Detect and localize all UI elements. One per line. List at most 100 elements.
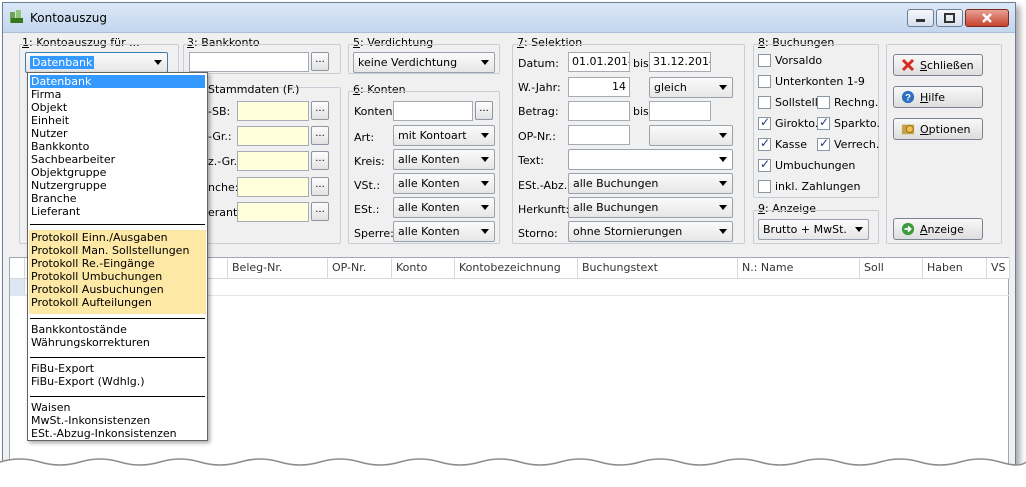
art-value: mit Kontoart (398, 129, 467, 142)
kontoauszug-fuer-select[interactable]: Datenbank (25, 52, 168, 73)
umbuchungen-checkbox[interactable] (758, 157, 771, 172)
hilfe-button[interactable]: ? Hilfe (893, 86, 983, 108)
stammdaten-zgr-browse[interactable]: ... (311, 151, 329, 170)
grid-header-op-nr[interactable]: OP-Nr. (328, 258, 392, 279)
opnr-operator-select[interactable] (649, 125, 733, 146)
list-item[interactable]: Branche (30, 192, 205, 205)
vst-select[interactable]: alle Konten (393, 173, 495, 194)
grid-header-haben[interactable]: Haben (923, 258, 987, 279)
list-item[interactable]: FiBu-Export (Wdhlg.) (30, 375, 205, 388)
konten-browse-button[interactable]: ... (475, 101, 493, 120)
vorsaldo-checkbox[interactable] (758, 54, 771, 67)
sparkto-label: Sparkto. (834, 117, 880, 130)
grid-header-kontobezeichnung[interactable]: Kontobezeichnung (455, 258, 578, 279)
close-button[interactable] (965, 9, 1009, 27)
storno-value: ohne Stornierungen (573, 225, 683, 238)
list-item[interactable]: Lieferant (30, 205, 205, 218)
optionen-button[interactable]: Optionen (893, 118, 983, 140)
herkunft-select[interactable]: alle Buchungen (568, 197, 733, 218)
girokto-checkbox[interactable] (758, 115, 771, 130)
grid-header-konto[interactable]: Konto (392, 258, 455, 279)
sollstell-checkbox[interactable] (758, 96, 771, 109)
opnr-field[interactable] (568, 125, 630, 145)
betrag-from-field[interactable] (568, 101, 630, 121)
list-item[interactable]: Datenbank (30, 75, 205, 88)
stammdaten-branche-browse[interactable]: ... (311, 177, 329, 196)
row-selector[interactable] (10, 279, 25, 295)
stammdaten-sb-field[interactable] (237, 101, 309, 121)
rechng-checkbox[interactable] (817, 96, 830, 109)
wjahr-field[interactable]: 14 (568, 77, 630, 97)
title-bar[interactable]: Kontoauszug (3, 3, 1015, 33)
grid-header-corner (10, 258, 25, 279)
minimize-button[interactable] (907, 9, 934, 27)
kreis-select[interactable]: alle Konten (393, 149, 495, 170)
datum-to-field[interactable]: 31.12.2014 (649, 52, 711, 72)
grid-header-vs[interactable]: VS (987, 258, 1010, 279)
text-combo[interactable] (568, 149, 733, 170)
bankkonto-field[interactable] (189, 52, 309, 72)
list-item[interactable]: Bankkonto (30, 140, 205, 153)
stammdaten-gr-field[interactable] (237, 126, 309, 146)
list-item[interactable]: MwSt.-Inkonsistenzen (30, 414, 205, 427)
vorsaldo-label: Vorsaldo (775, 54, 823, 67)
grid-header-beleg-nr[interactable]: Beleg-Nr. (228, 258, 328, 279)
list-item[interactable]: Protokoll Umbuchungen (30, 270, 205, 283)
grid-header-buchungstext[interactable]: Buchungstext (578, 258, 738, 279)
list-item[interactable]: Einheit (30, 114, 205, 127)
konten-field[interactable] (393, 101, 473, 121)
list-item[interactable]: ESt.-Abzug-Inkonsistenzen (30, 427, 205, 440)
est-select[interactable]: alle Konten (393, 197, 495, 218)
stammdaten-lieferant-browse[interactable]: ... (311, 202, 329, 221)
stammdaten-lieferant-field[interactable] (237, 202, 309, 222)
list-item[interactable]: Objekt (30, 101, 205, 114)
schliessen-button[interactable]: Schließen (893, 54, 983, 76)
stammdaten-label-sb: -SB: (208, 105, 231, 118)
art-select[interactable]: mit Kontoart (393, 125, 495, 146)
verdichtung-select[interactable]: keine Verdichtung (353, 52, 495, 73)
stammdaten-gr-browse[interactable]: ... (311, 126, 329, 145)
anzeige-mode-select[interactable]: Brutto + MwSt. (758, 219, 869, 240)
stammdaten-sb-browse[interactable]: ... (311, 101, 329, 120)
art-label: Art: (354, 131, 375, 144)
kasse-checkbox[interactable] (758, 136, 771, 151)
storno-select[interactable]: ohne Stornierungen (568, 221, 733, 242)
wjahr-operator-select[interactable]: gleich (649, 77, 733, 98)
verrech-checkbox[interactable] (817, 136, 830, 151)
list-item[interactable]: Firma (30, 88, 205, 101)
chevron-down-icon (481, 157, 489, 162)
datum-from-field[interactable]: 01.01.2014 (568, 52, 630, 72)
list-item[interactable]: Protokoll Aufteilungen (30, 296, 205, 309)
grid-header-soll[interactable]: Soll (860, 258, 923, 279)
chevron-down-icon (719, 157, 727, 162)
list-item[interactable]: Objektgruppe (30, 166, 205, 179)
estabz-select[interactable]: alle Buchungen (568, 173, 733, 194)
grid-header-name[interactable]: N.: Name (738, 258, 860, 279)
list-item[interactable]: Protokoll Re.-Eingänge (30, 257, 205, 270)
inkl-zahlungen-checkbox[interactable] (758, 180, 771, 193)
list-item[interactable]: Sachbearbeiter (30, 153, 205, 166)
list-item[interactable]: Protokoll Man. Sollstellungen (30, 244, 205, 257)
list-item[interactable]: Währungskorrekturen (30, 336, 205, 349)
app-icon (10, 10, 23, 23)
unterkonten-checkbox[interactable] (758, 75, 771, 88)
list-item[interactable]: Nutzergruppe (30, 179, 205, 192)
list-item[interactable]: Protokoll Einn./Ausgaben (30, 231, 205, 244)
stammdaten-zgr-field[interactable] (237, 151, 309, 171)
text-label: Text: (518, 154, 544, 167)
stammdaten-branche-field[interactable] (237, 177, 309, 197)
betrag-to-field[interactable] (649, 101, 711, 121)
list-item[interactable]: Waisen (30, 401, 205, 414)
sparkto-checkbox[interactable] (817, 115, 830, 130)
kontoauszug-fuer-dropdown-list[interactable]: Datenbank Firma Objekt Einheit Nutzer Ba… (27, 72, 208, 441)
list-item[interactable]: Nutzer (30, 127, 205, 140)
anzeige-mode-value: Brutto + MwSt. (763, 223, 847, 236)
bankkonto-browse-button[interactable]: ... (311, 52, 329, 71)
list-item[interactable]: Protokoll Ausbuchungen (30, 283, 205, 296)
sperre-select[interactable]: alle Konten (393, 221, 495, 242)
maximize-button[interactable] (936, 9, 963, 27)
list-separator (30, 396, 205, 397)
list-item[interactable]: Bankkontostände (30, 323, 205, 336)
list-item[interactable]: FiBu-Export (30, 362, 205, 375)
anzeige-button[interactable]: Anzeige (893, 218, 983, 240)
